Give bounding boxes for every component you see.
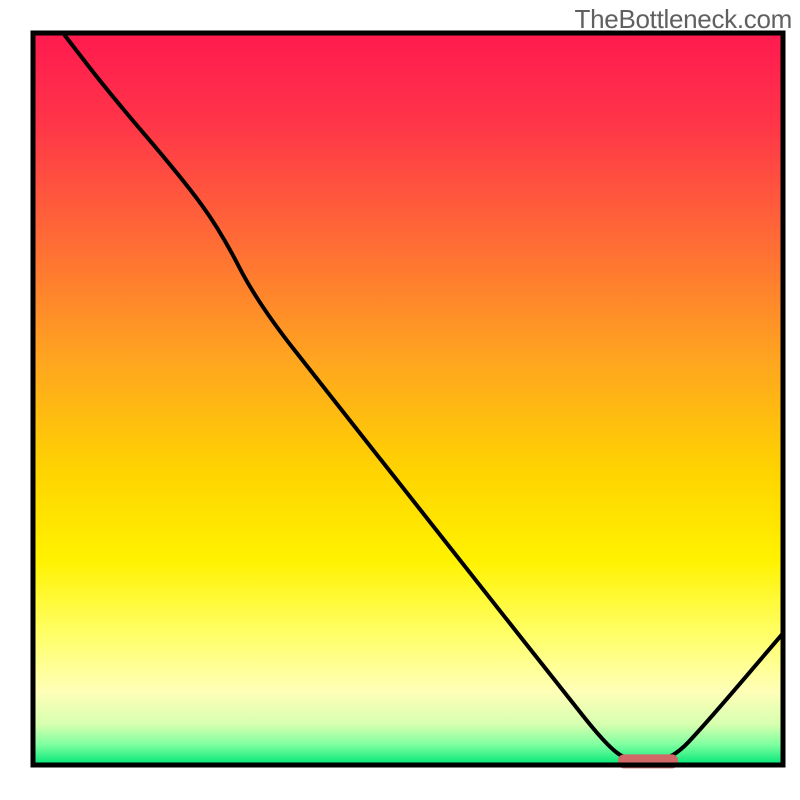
gradient-background	[33, 33, 783, 765]
bottleneck-chart	[0, 0, 800, 800]
watermark-text: TheBottleneck.com	[575, 4, 792, 35]
